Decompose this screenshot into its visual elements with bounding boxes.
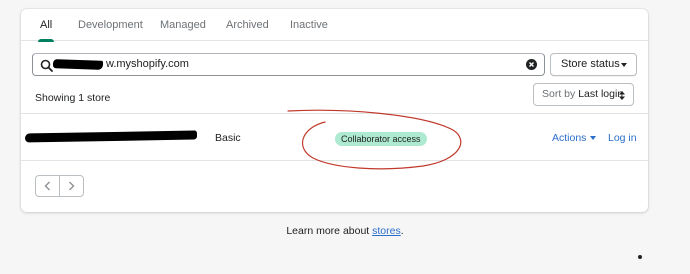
footer-help-text: Learn more about stores. [0,224,690,238]
next-page-button[interactable] [60,176,84,196]
redaction-mark [52,59,104,70]
status-tabs: All Development Managed Archived Inactiv… [21,9,648,42]
redaction-mark [24,130,198,143]
tab-managed[interactable]: Managed [160,9,206,41]
bullet-dot [638,255,642,259]
previous-page-button[interactable] [36,176,60,196]
actions-menu-button[interactable]: Actions [552,131,597,145]
search-icon [40,59,53,72]
tab-inactive[interactable]: Inactive [290,9,328,41]
clear-icon[interactable] [526,59,537,70]
select-arrows-icon [619,91,625,100]
pagination [35,175,84,197]
access-badge: Collaborator access [335,132,427,146]
sort-value: Last login [578,88,624,100]
chevron-right-icon [69,181,75,191]
tab-archived[interactable]: Archived [226,9,269,41]
sort-select[interactable]: Sort by Last login [533,83,634,106]
stores-link[interactable]: stores [372,225,401,237]
store-status-label: Store status [561,58,620,70]
footer-suffix: . [400,225,404,237]
tab-all[interactable]: All [37,9,55,42]
tab-development[interactable]: Development [78,9,143,41]
store-plan: Basic [215,132,241,144]
footer-text: Learn more about [286,225,370,237]
store-row: Basic Collaborator access Actions Log in [21,113,648,161]
caret-down-icon [621,63,627,67]
store-status-button[interactable]: Store status [550,53,637,76]
result-count: Showing 1 store [35,92,111,104]
search-input[interactable]: w.myshopify.com [32,53,545,76]
stores-card: All Development Managed Archived Inactiv… [21,9,648,212]
actions-label: Actions [552,132,587,144]
chevron-left-icon [44,181,50,191]
caret-down-icon [590,136,597,141]
sort-prefix: Sort by [542,88,576,100]
log-in-link[interactable]: Log in [608,131,637,145]
